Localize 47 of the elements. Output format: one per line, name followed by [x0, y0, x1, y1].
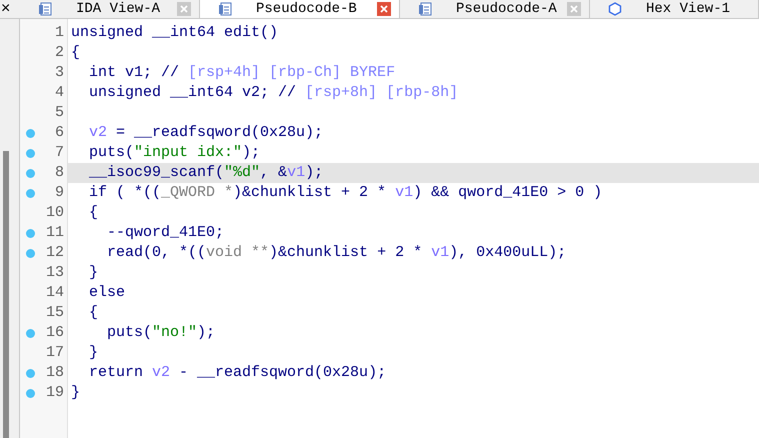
code-line: puts("input idx:"); [88, 144, 260, 161]
document-icon [418, 2, 432, 16]
close-tab-icon[interactable] [567, 2, 581, 16]
close-tab-icon[interactable] [177, 2, 191, 16]
line-number: 10 [44, 202, 65, 223]
line-number: 11 [44, 222, 65, 243]
code-line: } [88, 264, 98, 281]
code-line: unsigned __int64 edit() [71, 24, 278, 41]
code-line: { [71, 44, 80, 61]
document-icon [218, 2, 232, 16]
line-number: 16 [44, 322, 65, 343]
line-number: 2 [54, 42, 65, 63]
line-number: 1 [54, 22, 65, 43]
code-line: else [88, 284, 126, 301]
editor-tab[interactable]: Pseudocode-B [200, 0, 400, 18]
document-icon [38, 2, 52, 16]
code-line: { [88, 304, 98, 321]
line-number: 8 [54, 162, 65, 183]
line-number: 14 [44, 282, 65, 303]
code-line: v2 = __readfsqword(0x28u); [88, 124, 324, 141]
code-line: } [88, 344, 98, 361]
line-number: 9 [54, 182, 65, 203]
code-line: unsigned __int64 v2; // [rsp+8h] [rbp-8h] [88, 84, 458, 101]
line-number: 5 [54, 102, 65, 123]
line-number: 3 [54, 62, 65, 83]
hexagon-icon [608, 2, 622, 16]
code-line: } [71, 384, 80, 401]
code-line: int v1; // [rsp+4h] [rbp-Ch] BYREF [88, 64, 396, 81]
close-icon[interactable]: × [0, 0, 20, 18]
line-number: 13 [44, 262, 65, 283]
close-tab-icon[interactable] [377, 2, 391, 16]
line-number: 4 [54, 82, 65, 103]
line-number: 7 [54, 142, 65, 163]
line-number: 12 [44, 242, 65, 263]
scrollbar-thumb[interactable] [3, 151, 9, 438]
code-line: return v2 - __readfsqword(0x28u); [88, 364, 386, 381]
line-number: 19 [44, 382, 65, 403]
line-number: 17 [44, 342, 65, 363]
code-line: __isoc99_scanf("%d", &v1); [88, 164, 324, 181]
line-number: 6 [54, 122, 65, 143]
line-number: 18 [44, 362, 65, 383]
code-line: read(0, *((void **)&chunklist + 2 * v1), 0x400uLL); [106, 244, 566, 261]
code-line: puts("no!"); [106, 324, 216, 341]
code-line: if ( *((_QWORD *)&chunklist + 2 * v1) && qword_41E0 > 0 ) [88, 184, 602, 201]
code-line: --qword_41E0; [106, 224, 224, 241]
line-number: 15 [44, 302, 65, 323]
code-line: { [88, 204, 98, 221]
